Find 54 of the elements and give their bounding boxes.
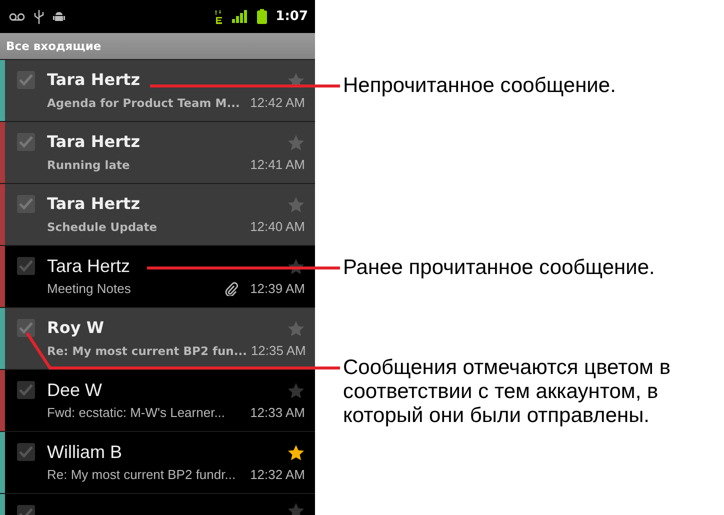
message-row[interactable]: William B Re: My most current BP2 fundr... 12:32 AM — [0, 432, 315, 494]
checkbox[interactable] — [17, 71, 35, 89]
checkbox[interactable] — [17, 319, 35, 337]
message-subject: Fwd: ecstatic: M-W's Learner... — [47, 405, 226, 420]
sender-name: William B — [47, 441, 122, 464]
star-icon[interactable] — [287, 320, 305, 336]
android-icon — [53, 10, 65, 22]
star-icon[interactable] — [287, 196, 305, 212]
voicemail-icon — [9, 12, 25, 20]
sender-name: Tara Hertz — [47, 255, 130, 278]
callout-text: Непрочитанное сообщение. — [343, 74, 617, 98]
message-row[interactable]: Tara Hertz Schedule Update 12:40 AM — [0, 184, 315, 246]
message-time: 12:39 AM — [250, 281, 305, 296]
star-icon[interactable] — [287, 134, 305, 150]
checkbox[interactable] — [17, 443, 35, 461]
message-subject: Running late — [47, 158, 131, 172]
sender-name: Dee W — [47, 379, 102, 402]
message-row[interactable]: Tara Hertz Agenda for Product Team M... 12:42 AM — [0, 60, 315, 122]
message-subject: Re: My most current BP2 fundr... — [47, 467, 237, 482]
sender-name: Tara Hertz — [47, 69, 140, 91]
star-icon[interactable] — [287, 382, 305, 398]
sender-name: Tara Hertz — [47, 131, 140, 153]
callout-text: Сообщения отмечаются цветом в соответствии с тем аккаунтом, в который они были отправлены. — [343, 356, 672, 428]
checkbox[interactable] — [17, 257, 35, 275]
sender-name: Roy W — [47, 317, 104, 339]
message-row[interactable]: Tara Hertz Running late 12:41 AM — [0, 122, 315, 184]
message-time: 12:41 AM — [250, 157, 305, 172]
star-icon[interactable] — [287, 444, 305, 460]
message-row[interactable]: Tara Hertz Meeting Notes 12:39 AM — [0, 246, 315, 308]
battery-icon — [256, 9, 267, 24]
checkbox[interactable] — [17, 381, 35, 399]
message-time: 12:32 AM — [250, 467, 305, 482]
checkbox[interactable] — [17, 195, 35, 213]
message-row[interactable]: Roy W Re: My most current BP2 fun... 12:35 AM — [0, 308, 315, 370]
message-time: 12:33 AM — [250, 405, 305, 420]
usb-icon — [34, 10, 44, 24]
message-subject: Re: My most current BP2 fun... — [47, 344, 247, 358]
star-icon[interactable] — [287, 502, 305, 515]
message-time: 12:35 AM — [250, 343, 306, 358]
inbox-title: Все входящие — [0, 33, 315, 59]
message-subject: Agenda for Product Team M... — [47, 96, 241, 110]
star-icon[interactable] — [287, 72, 305, 88]
message-time: 12:42 AM — [250, 95, 305, 110]
status-clock: 1:07 — [276, 9, 308, 24]
message-time: 12:40 AM — [250, 219, 305, 234]
sender-name: Tara Hertz — [47, 193, 140, 215]
message-subject: Schedule Update — [47, 220, 158, 234]
data-network-icon — [214, 10, 223, 24]
message-subject: Meeting Notes — [47, 281, 132, 296]
message-row[interactable]: Dee W Fwd: ecstatic: M-W's Learner... 12:33 AM — [0, 370, 315, 432]
callout-text: Ранее прочитанное сообщение. — [343, 256, 656, 280]
checkbox[interactable] — [17, 133, 35, 151]
signal-icon — [232, 10, 248, 23]
star-icon[interactable] — [287, 258, 305, 274]
